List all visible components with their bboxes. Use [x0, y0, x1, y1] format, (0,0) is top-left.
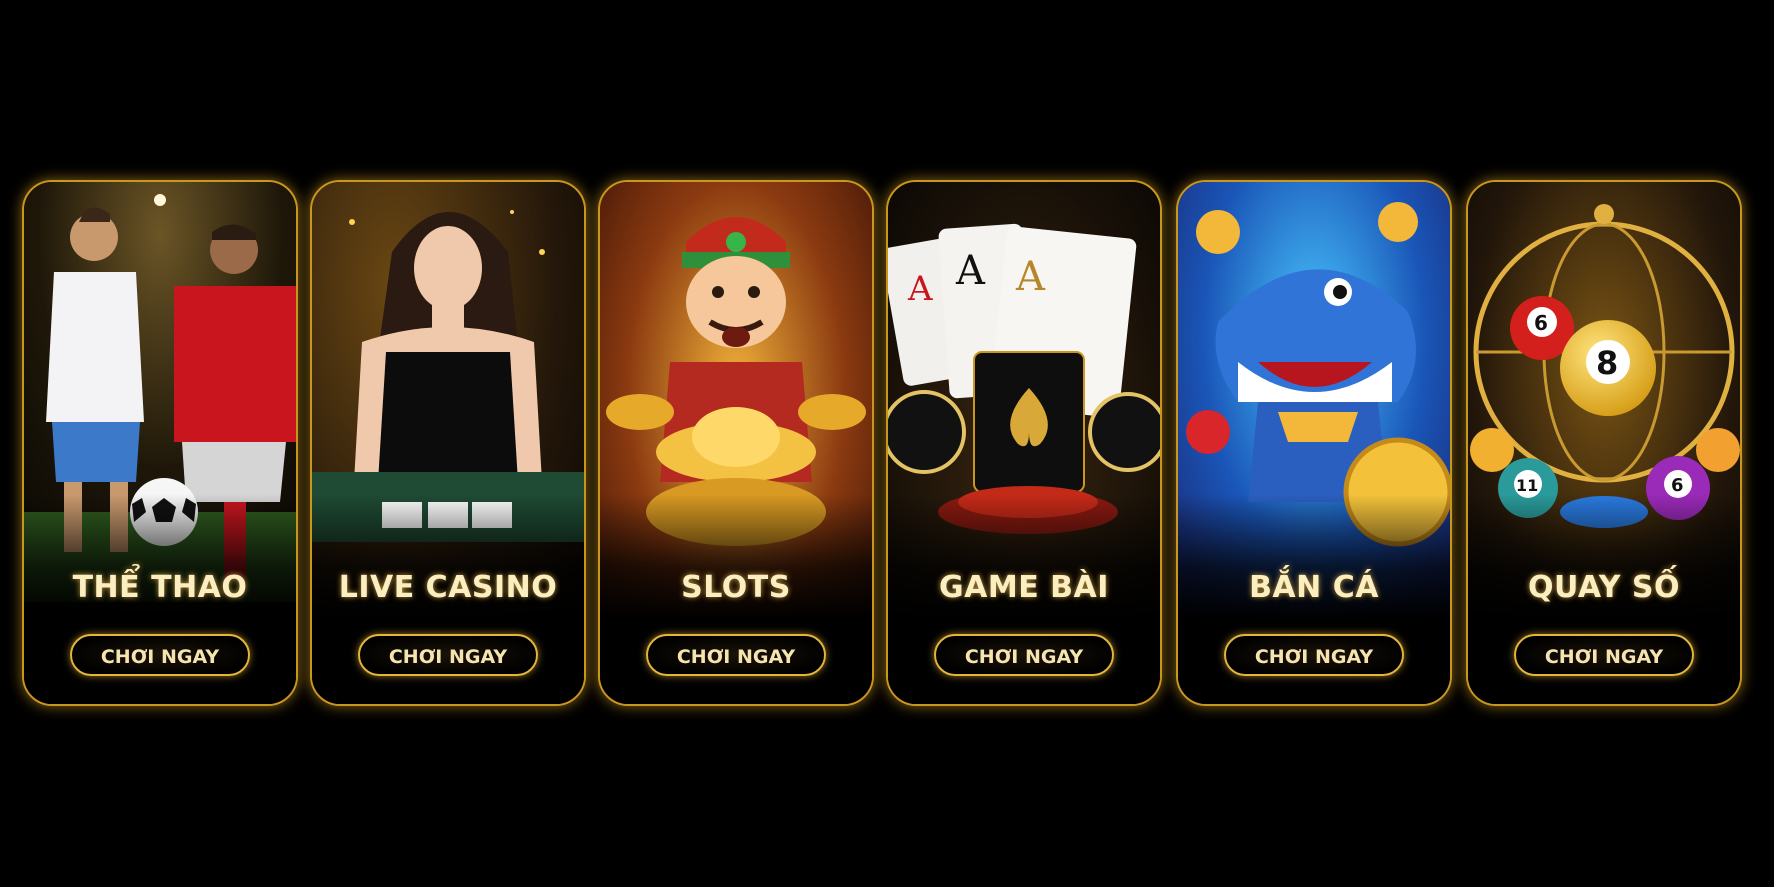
card-ban-ca[interactable]: BẮN CÁ CHƠI NGAY	[1176, 180, 1452, 706]
card-game-bai[interactable]: A A A GAME BÀI CHƠI NGAY	[886, 180, 1162, 706]
svg-text:A: A	[1015, 254, 1046, 300]
play-now-button-slots[interactable]: CHƠI NGAY	[646, 634, 826, 676]
svg-text:A: A	[907, 269, 933, 309]
card-live-casino[interactable]: LIVE CASINO CHƠI NGAY	[310, 180, 586, 706]
svg-text:11: 11	[1516, 476, 1538, 495]
play-now-button-ban-ca[interactable]: CHƠI NGAY	[1224, 634, 1404, 676]
svg-text:A: A	[955, 248, 986, 294]
play-now-button-live-casino[interactable]: CHƠI NGAY	[358, 634, 538, 676]
card-slots[interactable]: SLOTS CHƠI NGAY	[598, 180, 874, 706]
card-title: BẮN CÁ	[1249, 570, 1379, 605]
card-quay-so[interactable]: 6 8 11 6 QUAY SỐ CHƠI NGAY	[1466, 180, 1742, 706]
card-title: GAME BÀI	[939, 570, 1109, 605]
card-title: QUAY SỐ	[1527, 570, 1681, 605]
play-now-button-quay-so[interactable]: CHƠI NGAY	[1514, 634, 1694, 676]
svg-text:6: 6	[1534, 311, 1548, 335]
play-now-button-the-thao[interactable]: CHƠI NGAY	[70, 634, 250, 676]
card-title: SLOTS	[681, 570, 791, 605]
play-now-button-game-bai[interactable]: CHƠI NGAY	[934, 634, 1114, 676]
card-title: LIVE CASINO	[338, 570, 558, 605]
game-category-row: THỂ THAO CHƠI NGAY LIVE CASINO CHƠI NGAY…	[0, 0, 1774, 887]
svg-text:6: 6	[1671, 475, 1684, 496]
svg-text:8: 8	[1596, 344, 1618, 382]
card-the-thao[interactable]: THỂ THAO CHƠI NGAY	[22, 180, 298, 706]
card-title: THỂ THAO	[72, 570, 248, 605]
